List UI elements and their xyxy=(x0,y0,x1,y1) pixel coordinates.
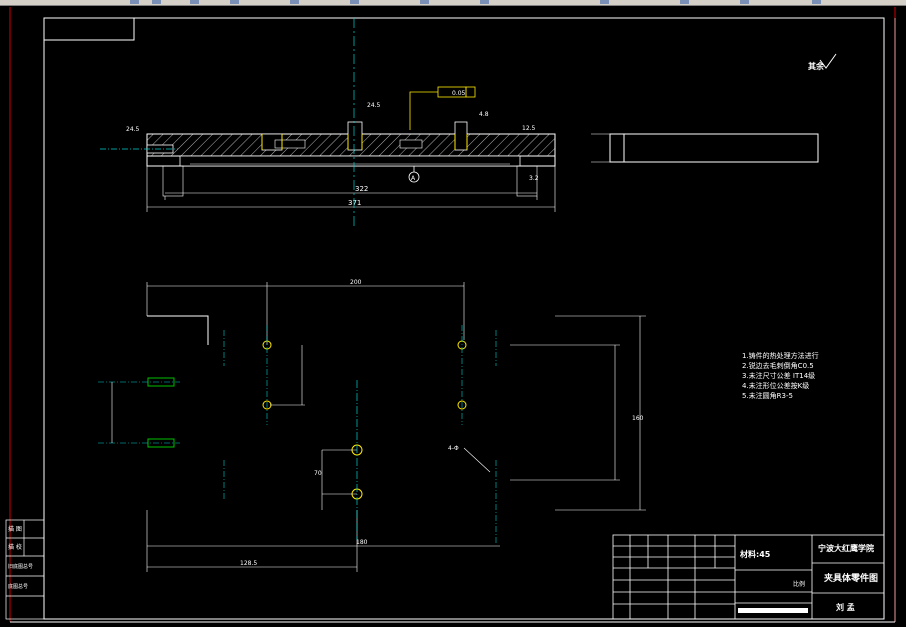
top-left-code-box xyxy=(43,17,135,41)
toolbar-button[interactable] xyxy=(480,0,489,4)
dim-inner-length: 322 xyxy=(355,185,368,193)
dim-small: 70 xyxy=(314,470,322,477)
cad-drawing: 其余 322 371 A 0.05 24.5 4.8 24.5 12.5 3.2… xyxy=(5,7,896,623)
toolbar-button[interactable] xyxy=(680,0,689,4)
material-label: 材料:45 xyxy=(740,549,771,559)
technical-notes: 1.铸件的热处理方法进行 2.锐边去毛刺倒角C0.5 3.未注尺寸公差 IT14… xyxy=(742,351,819,400)
toolbar-button[interactable] xyxy=(350,0,359,4)
strip-row-3: 旧底图总号 xyxy=(8,563,33,570)
roughness-top-value: 12.5 xyxy=(522,125,536,132)
roughness-corner: 其余 xyxy=(808,53,837,71)
note-line-5: 5.未注圆角R3-5 xyxy=(742,391,793,400)
toolbar-button[interactable] xyxy=(600,0,609,4)
outer-frame xyxy=(9,7,896,622)
scale-label: 比例 xyxy=(793,580,805,588)
drawing-name: 夹具体零件图 xyxy=(824,572,878,584)
toolbar-button[interactable] xyxy=(812,0,821,4)
dim-bottom: 180 xyxy=(356,539,368,546)
dim-right: 160 xyxy=(632,415,644,422)
toolbar-button[interactable] xyxy=(420,0,429,4)
slot-dim-a: 24.5 xyxy=(367,102,381,109)
datum-label: A xyxy=(411,175,416,182)
toolbar-button[interactable] xyxy=(130,0,139,4)
note-line-3: 3.未注尺寸公差 IT14级 xyxy=(742,371,815,380)
title-block-fill-bar xyxy=(738,608,808,613)
author-name: 刘 孟 xyxy=(836,602,855,612)
toolbar-button[interactable] xyxy=(230,0,239,4)
note-line-2: 2.锐边去毛刺倒角C0.5 xyxy=(742,361,814,370)
dim-top: 200 xyxy=(350,279,362,286)
school-name: 宁波大红鹰学院 xyxy=(818,543,874,553)
strip-row-1: 描 图 xyxy=(8,525,22,533)
toolbar-button[interactable] xyxy=(190,0,199,4)
dim-total-length: 371 xyxy=(348,199,361,207)
section-view: 322 371 A 0.05 24.5 4.8 24.5 12.5 3.2 xyxy=(100,18,556,226)
toolbar-button[interactable] xyxy=(740,0,749,4)
roughness-side-value: 3.2 xyxy=(529,175,539,182)
toolbar-button[interactable] xyxy=(152,0,161,4)
plan-view: 160 200 180 128.5 70 4-Φ xyxy=(98,279,646,572)
strip-row-4: 底图总号 xyxy=(8,583,28,590)
drawing-canvas[interactable]: 其余 322 371 A 0.05 24.5 4.8 24.5 12.5 3.2… xyxy=(0,6,906,627)
hole-spec: 4-Φ xyxy=(448,445,459,452)
note-line-4: 4.未注形位公差按K级 xyxy=(742,381,809,390)
thickness-dim: 24.5 xyxy=(126,126,140,133)
side-view xyxy=(591,133,819,163)
flatness-tolerance: 0.05 xyxy=(452,90,466,97)
strip-row-2: 描 校 xyxy=(8,543,22,551)
slot-dim-b: 4.8 xyxy=(479,111,489,118)
toolbar-button[interactable] xyxy=(290,0,299,4)
dim-bottom-total: 128.5 xyxy=(240,560,257,567)
note-line-1: 1.铸件的热处理方法进行 xyxy=(742,351,819,360)
